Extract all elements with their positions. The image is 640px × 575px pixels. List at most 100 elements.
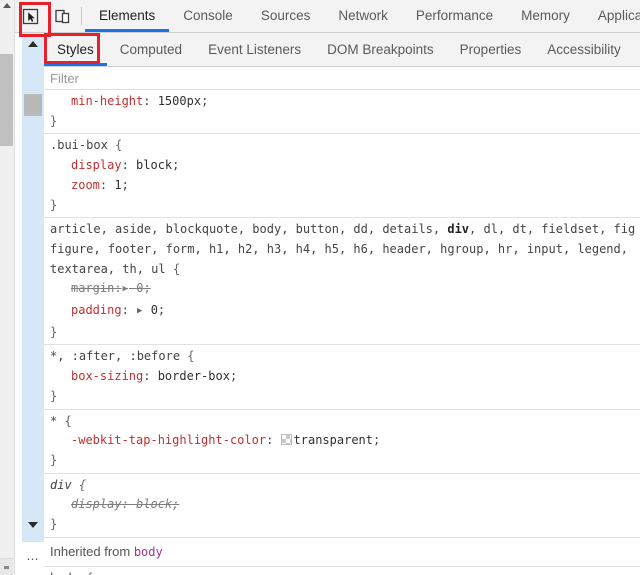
declaration-box-sizing[interactable]: box-sizing: border-box; bbox=[50, 367, 640, 387]
tab-styles-label: Styles bbox=[57, 42, 94, 57]
property-value[interactable]: block bbox=[136, 158, 172, 172]
tab-memory-label: Memory bbox=[521, 8, 570, 23]
selector-line[interactable]: * { bbox=[50, 412, 640, 432]
tab-console[interactable]: Console bbox=[169, 0, 247, 32]
styles-filter-placeholder: Filter bbox=[50, 71, 79, 86]
tab-memory[interactable]: Memory bbox=[507, 0, 584, 32]
declaration-padding[interactable]: padding: ▶ 0; bbox=[50, 301, 640, 323]
selector-line[interactable]: body { bbox=[50, 569, 640, 575]
tab-network-label: Network bbox=[338, 8, 388, 23]
tab-application[interactable]: Applicatio bbox=[584, 0, 640, 32]
tab-console-label: Console bbox=[183, 8, 233, 23]
expand-arrow-icon[interactable]: ▶ bbox=[123, 280, 128, 300]
selector-line[interactable]: div { bbox=[50, 476, 640, 496]
styles-scroll-up-arrow-icon[interactable] bbox=[28, 41, 38, 47]
property-value[interactable]: 1500px bbox=[158, 94, 201, 108]
inherited-label: Inherited from bbox=[50, 544, 130, 559]
selector-text-2[interactable]: figure, footer, form, h1, h2, h3, h4, h5… bbox=[50, 242, 628, 256]
color-swatch-icon[interactable] bbox=[281, 434, 292, 445]
property-name[interactable]: display bbox=[71, 497, 122, 511]
devtools-main-tabbar: Elements Console Sources Network Perform… bbox=[14, 0, 640, 33]
tab-properties[interactable]: Properties bbox=[447, 33, 535, 66]
tab-performance[interactable]: Performance bbox=[402, 0, 507, 32]
property-value[interactable]: border-box bbox=[158, 369, 230, 383]
tab-application-label: Applicatio bbox=[598, 8, 640, 23]
tab-styles[interactable]: Styles bbox=[44, 33, 107, 66]
selector-line-1[interactable]: article, aside, blockquote, body, button… bbox=[50, 220, 640, 240]
styles-filter-input[interactable]: Filter bbox=[44, 67, 640, 90]
property-name[interactable]: margin bbox=[71, 281, 114, 295]
tab-accessibility[interactable]: Accessibility bbox=[534, 33, 634, 66]
declaration-min-height[interactable]: min-height: 1500px; bbox=[50, 92, 640, 112]
css-rule-reset[interactable]: article, aside, blockquote, body, button… bbox=[44, 218, 640, 345]
styles-pane: Filter min-height: 1500px; } .bui-box { … bbox=[44, 67, 640, 575]
tab-dom-breakpoints-label: DOM Breakpoints bbox=[327, 42, 434, 57]
property-name[interactable]: box-sizing bbox=[71, 369, 143, 383]
css-rule-body[interactable]: body { font-family: PingFang SC,Hiragino… bbox=[44, 567, 640, 575]
inspect-cursor-icon[interactable] bbox=[14, 1, 46, 31]
rule-close-brace: } bbox=[50, 196, 640, 216]
css-rule-div-useragent[interactable]: div { display: block; } bbox=[44, 474, 640, 538]
declaration-display[interactable]: display: block; bbox=[50, 156, 640, 176]
selector-text[interactable]: *, :after, :before bbox=[50, 349, 180, 363]
property-name[interactable]: min-height bbox=[71, 94, 143, 108]
styles-scroll-down-arrow-icon[interactable] bbox=[28, 522, 38, 528]
rule-close-brace: } bbox=[50, 323, 640, 343]
declaration-display[interactable]: display: block; bbox=[50, 495, 640, 515]
tab-network[interactable]: Network bbox=[324, 0, 402, 32]
property-name[interactable]: padding bbox=[71, 303, 122, 317]
tab-computed[interactable]: Computed bbox=[107, 33, 195, 66]
devtools-window: Elements Console Sources Network Perform… bbox=[0, 0, 640, 575]
css-rules-list: min-height: 1500px; } .bui-box { display… bbox=[44, 90, 640, 575]
device-toolbar-icon[interactable] bbox=[46, 1, 78, 31]
tab-event-listeners[interactable]: Event Listeners bbox=[195, 33, 314, 66]
more-options-dots-icon: ⋯ bbox=[27, 556, 40, 562]
property-value[interactable]: 1 bbox=[114, 178, 121, 192]
selector-matched-div: div bbox=[447, 222, 469, 236]
tab-adguard[interactable]: Adgua bbox=[634, 33, 640, 66]
page-scrollbar-thumb[interactable] bbox=[0, 54, 13, 146]
page-scrollbar-bottom[interactable] bbox=[0, 558, 13, 575]
css-rule-box-sizing[interactable]: *, :after, :before { box-sizing: border-… bbox=[44, 345, 640, 409]
tab-sources[interactable]: Sources bbox=[247, 0, 325, 32]
inherited-source-tag[interactable]: body bbox=[134, 545, 163, 559]
property-name[interactable]: -webkit-tap-highlight-color bbox=[71, 433, 266, 447]
property-name[interactable]: display bbox=[71, 158, 122, 172]
selector-text-3[interactable]: textarea, th, ul bbox=[50, 262, 166, 276]
property-value[interactable]: block bbox=[136, 497, 172, 511]
property-value[interactable]: transparent bbox=[294, 433, 373, 447]
tab-performance-label: Performance bbox=[416, 8, 493, 23]
scroll-up-arrow-icon[interactable] bbox=[3, 3, 11, 8]
tab-sources-label: Sources bbox=[261, 8, 311, 23]
property-value[interactable]: 0 bbox=[151, 303, 158, 317]
tab-elements-label: Elements bbox=[99, 8, 155, 23]
tab-properties-label: Properties bbox=[460, 42, 522, 57]
css-rule-min-height[interactable]: min-height: 1500px; } bbox=[44, 90, 640, 134]
inherited-from-header: Inherited from body bbox=[44, 538, 640, 568]
selector-text[interactable]: .bui-box bbox=[50, 138, 108, 152]
rule-close-brace: } bbox=[50, 451, 640, 471]
selector-text[interactable]: body bbox=[50, 571, 79, 575]
selector-line[interactable]: .bui-box { bbox=[50, 136, 640, 156]
page-scrollbar[interactable] bbox=[0, 0, 15, 575]
declaration-zoom[interactable]: zoom: 1; bbox=[50, 176, 640, 196]
tab-event-listeners-label: Event Listeners bbox=[208, 42, 301, 57]
styles-scrollbar-thumb[interactable] bbox=[24, 94, 42, 116]
styles-pane-scrollbar[interactable]: ⋯ bbox=[22, 33, 44, 575]
toolbar-divider bbox=[81, 7, 82, 25]
expand-arrow-icon[interactable]: ▶ bbox=[137, 302, 142, 322]
declaration-margin[interactable]: margin:▶ 0; bbox=[50, 279, 640, 301]
css-rule-tap-highlight[interactable]: * { -webkit-tap-highlight-color: transpa… bbox=[44, 410, 640, 474]
tab-elements[interactable]: Elements bbox=[85, 0, 169, 32]
selector-line-2[interactable]: figure, footer, form, h1, h2, h3, h4, h5… bbox=[50, 240, 640, 260]
rule-close-brace: } bbox=[50, 387, 640, 407]
tab-dom-breakpoints[interactable]: DOM Breakpoints bbox=[314, 33, 447, 66]
property-name[interactable]: zoom bbox=[71, 178, 100, 192]
rule-close-brace: } bbox=[50, 515, 640, 535]
selector-line-3[interactable]: textarea, th, ul { bbox=[50, 260, 640, 280]
more-options-button[interactable]: ⋯ bbox=[22, 541, 44, 575]
selector-line[interactable]: *, :after, :before { bbox=[50, 347, 640, 367]
css-rule-bui-box[interactable]: .bui-box { display: block; zoom: 1; } bbox=[44, 134, 640, 218]
selector-text[interactable]: div bbox=[50, 478, 72, 492]
declaration-tap-highlight-color[interactable]: -webkit-tap-highlight-color: transparent… bbox=[50, 431, 640, 451]
